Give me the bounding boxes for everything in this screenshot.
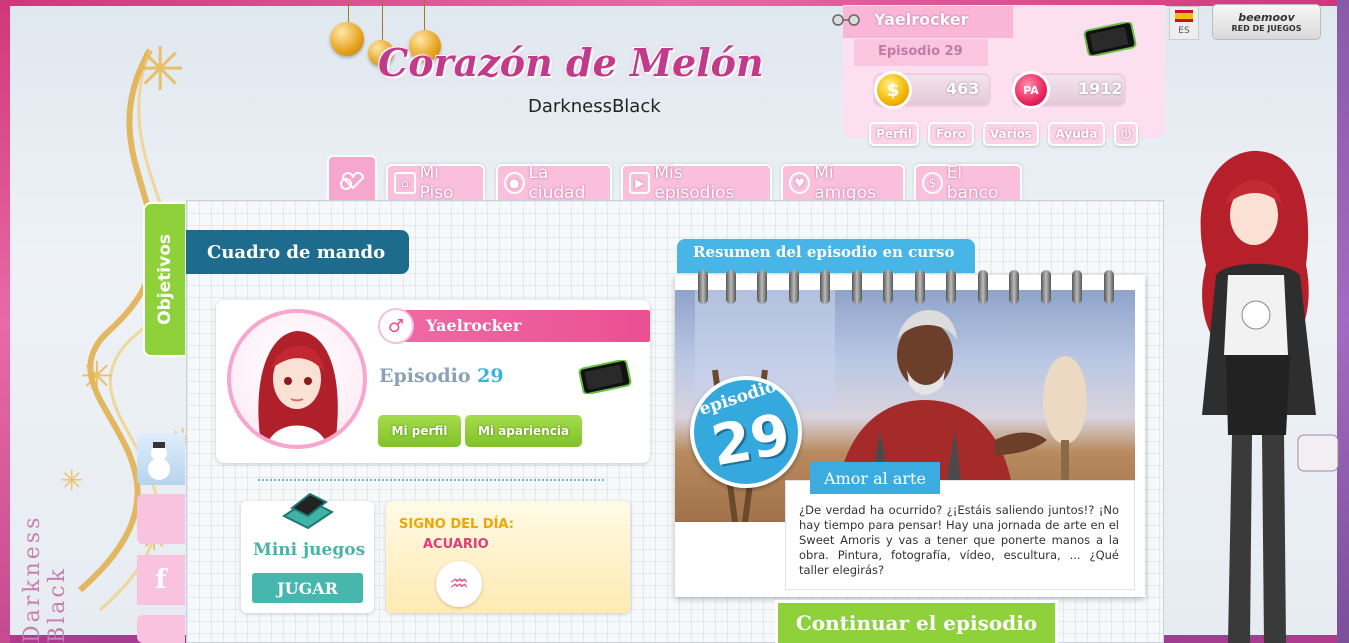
- objectives-label: Objetivos: [155, 234, 175, 325]
- avatar-image: [258, 331, 338, 445]
- signature-text: Darkness Black: [20, 514, 70, 643]
- svg-text:✳: ✳: [135, 35, 185, 105]
- forum-button[interactable]: Foro: [928, 122, 974, 146]
- nav-my-apartment[interactable]: ⌂ Mi Piso: [386, 163, 485, 203]
- language-code: ES: [1178, 26, 1190, 36]
- snowman-thumbnail[interactable]: [137, 433, 185, 485]
- dollar-icon: $: [922, 172, 943, 194]
- spain-flag-icon: [1175, 10, 1193, 22]
- notebook-ring: [946, 270, 956, 304]
- notebook-ring: [1009, 270, 1019, 304]
- notebook-ring: [852, 270, 862, 304]
- my-appearance-button[interactable]: Mi apariencia: [465, 415, 582, 447]
- notebook-ring: [789, 270, 799, 304]
- nav-my-episodes[interactable]: ▶ Mis episodios: [621, 163, 772, 203]
- coins-value: 463: [946, 79, 980, 98]
- sign-title: SIGNO DEL DÍA:: [399, 517, 514, 532]
- network-label: RED DE JUEGOS: [1231, 24, 1302, 33]
- my-profile-button[interactable]: Mi perfil: [378, 415, 461, 447]
- user-name[interactable]: Yaelrocker: [874, 10, 969, 29]
- nav-label: Mis episodios: [654, 163, 735, 203]
- episode-badge-number: 29: [706, 401, 795, 480]
- phone-icon[interactable]: [577, 360, 633, 394]
- logo-subtitle: DarknessBlack: [528, 96, 661, 117]
- power-icon[interactable]: ⏻: [1114, 122, 1138, 146]
- notebook-ring: [1041, 270, 1051, 304]
- cupcake-heart-icon: [340, 171, 365, 190]
- notebook-ring: [726, 270, 736, 304]
- profile-name: Yaelrocker: [426, 316, 522, 335]
- continue-episode-button[interactable]: Continuar el episodio: [775, 600, 1058, 643]
- ornament-ball: [330, 22, 364, 56]
- house-icon: ⌂: [394, 172, 416, 194]
- ornament-string: [382, 0, 383, 40]
- profile-episode: Episodio 29: [379, 365, 504, 387]
- facebook-icon: f: [155, 565, 167, 595]
- notebook-ring: [1104, 270, 1114, 304]
- glasses-icon: [832, 14, 860, 26]
- notebook-ring: [757, 270, 767, 304]
- minigames-title: Mini juegos: [253, 540, 366, 560]
- player-character[interactable]: [1166, 145, 1346, 643]
- phone-icon[interactable]: [1082, 22, 1138, 56]
- dashboard-title: Cuadro de mando: [186, 230, 409, 274]
- nav-the-city[interactable]: ● La ciudad: [496, 163, 612, 203]
- network-logo: beemoov: [1238, 11, 1295, 24]
- home-nav-button[interactable]: [327, 155, 377, 200]
- heart-icon: ♥: [789, 172, 811, 194]
- ornament-string: [348, 0, 349, 24]
- notebook-ring: [978, 270, 988, 304]
- location-pin-icon: ●: [504, 172, 525, 194]
- dotted-divider: [258, 479, 604, 481]
- nav-label: Mi Piso: [419, 163, 454, 203]
- svg-text:✳: ✳: [80, 354, 114, 400]
- episode-title: Amor al arte: [810, 462, 940, 494]
- episode-label: Episodio 29: [878, 44, 963, 59]
- nav-label: El banco: [946, 163, 999, 203]
- notebook-ring: [820, 270, 830, 304]
- play-icon: ▶: [629, 172, 651, 194]
- sign-value: ACUARIO: [423, 537, 489, 552]
- snowman-icon: [148, 442, 170, 480]
- notebook-ring: [1072, 270, 1082, 304]
- misc-button[interactable]: Varios: [983, 122, 1039, 146]
- handheld-console-icon: [282, 492, 334, 530]
- objectives-tab[interactable]: Objetivos: [143, 202, 185, 357]
- nav-my-friends[interactable]: ♥ Mi amigos: [781, 163, 905, 203]
- ornament-string: [424, 0, 425, 30]
- action-points-icon: PA: [1012, 71, 1050, 109]
- nav-label: Mi amigos: [814, 163, 876, 203]
- frame-left: [0, 0, 10, 643]
- gender-male-icon: ♂: [378, 308, 414, 344]
- help-button[interactable]: Ayuda: [1048, 122, 1105, 146]
- nav-the-bank[interactable]: $ El banco: [914, 163, 1022, 203]
- network-link[interactable]: beemoov RED DE JUEGOS: [1212, 4, 1321, 40]
- side-empty-slot[interactable]: [137, 494, 185, 544]
- nav-label: La ciudad: [528, 163, 586, 203]
- coin-icon: $: [874, 71, 912, 109]
- episode-summary-title: Resumen del episodio en curso: [693, 243, 955, 261]
- notebook-ring: [698, 270, 708, 304]
- avatar[interactable]: [227, 309, 367, 449]
- profile-button[interactable]: Perfil: [869, 122, 919, 146]
- aquarius-icon: ♒: [436, 561, 482, 607]
- facebook-button[interactable]: f: [137, 555, 185, 605]
- episode-description: ¿De verdad ha ocurrido? ¿¡Estáis saliend…: [799, 503, 1119, 577]
- action-points-value: 1912: [1078, 79, 1123, 98]
- play-button[interactable]: JUGAR: [252, 573, 363, 603]
- language-selector[interactable]: ES: [1169, 6, 1199, 40]
- notebook-ring: [915, 270, 925, 304]
- instagram-button[interactable]: [137, 615, 185, 643]
- game-logo[interactable]: Corazón de Melón: [378, 40, 764, 85]
- notebook-ring: [883, 270, 893, 304]
